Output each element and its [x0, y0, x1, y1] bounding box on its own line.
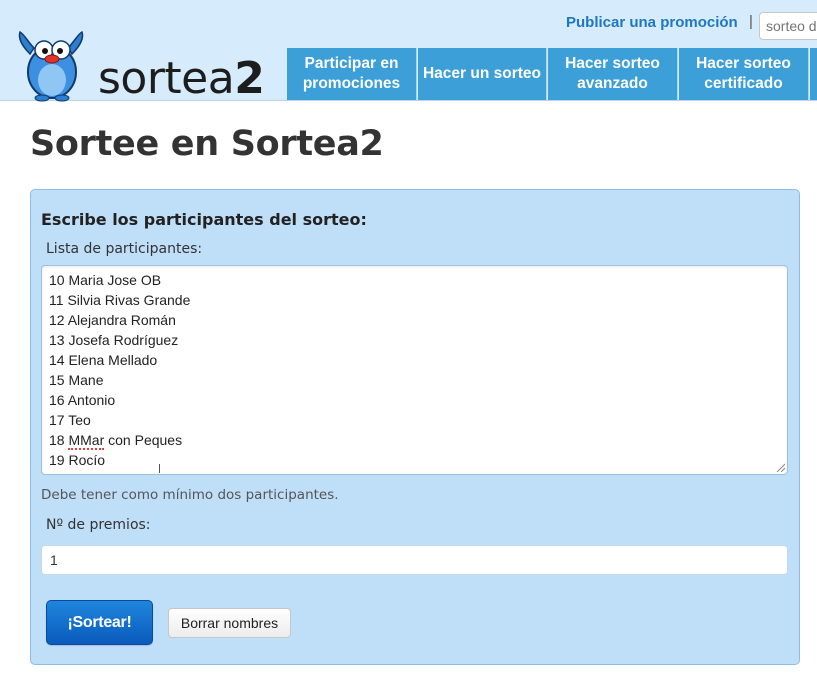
participant-line: 11 Silvia Rivas Grande	[49, 292, 191, 308]
participant-line: 12 Alejandra Román	[49, 312, 176, 328]
nav-participar-en-promociones[interactable]: Participar en promociones	[287, 48, 417, 100]
participant-line: 10 Maria Jose OB	[49, 272, 162, 288]
publish-promotion-link[interactable]: Publicar una promoción	[566, 14, 738, 31]
logo-wordmark-accent: 2	[234, 53, 265, 104]
partial-previous-line	[49, 266, 53, 268]
site-logo[interactable]: sortea2	[14, 24, 265, 102]
nav-hacer-un-sorteo[interactable]: Hacer un sorteo	[418, 48, 547, 100]
site-header: sortea2 Publicar una promoción | Partici…	[0, 0, 817, 102]
form-heading: Escribe los participantes del sorteo:	[41, 210, 367, 229]
participants-list: 10 Maria Jose OB 11 Silvia Rivas Grande …	[49, 270, 190, 470]
spellcheck-underlined-word: MMar	[68, 432, 105, 450]
resize-handle-icon[interactable]	[775, 462, 785, 472]
nav-hacer-sorteo-avanzado[interactable]: Hacer sorteo avanzado	[548, 48, 678, 100]
participant-line: 19 Rocío	[49, 452, 106, 468]
participant-line: 13 Josefa Rodríguez	[49, 332, 179, 348]
draw-form-panel: Escribe los participantes del sorteo: Li…	[30, 189, 800, 665]
text-caret	[159, 464, 160, 473]
search-input[interactable]	[759, 12, 817, 40]
participant-line: 16 Antonio	[49, 392, 116, 408]
participants-label: Lista de participantes:	[46, 241, 203, 257]
logo-wordmark-main: sortea	[98, 53, 235, 104]
participant-line: 14 Elena Mellado	[49, 352, 158, 368]
mascot-logo-icon	[18, 30, 84, 102]
participant-line: 17 Teo	[49, 412, 91, 428]
logo-wordmark: sortea2	[98, 57, 265, 101]
participant-line: 15 Mane	[49, 372, 104, 388]
page-title: Sortee en Sortea2	[30, 124, 384, 164]
prizes-label: Nº de premios:	[46, 517, 151, 533]
participants-textarea[interactable]: 10 Maria Jose OB 11 Silvia Rivas Grande …	[41, 265, 788, 475]
prizes-input[interactable]: 1	[41, 545, 788, 575]
clear-names-button[interactable]: Borrar nombres	[168, 608, 291, 638]
draw-button[interactable]: ¡Sortear!	[46, 600, 153, 645]
nav-more-tab[interactable]	[810, 48, 817, 100]
participant-line: 18 MMar con Peques	[49, 432, 183, 450]
header-separator: |	[749, 13, 753, 30]
nav-hacer-sorteo-certificado[interactable]: Hacer sorteo certificado	[679, 48, 809, 100]
participants-helper-text: Debe tener como mínimo dos participantes…	[41, 487, 339, 503]
